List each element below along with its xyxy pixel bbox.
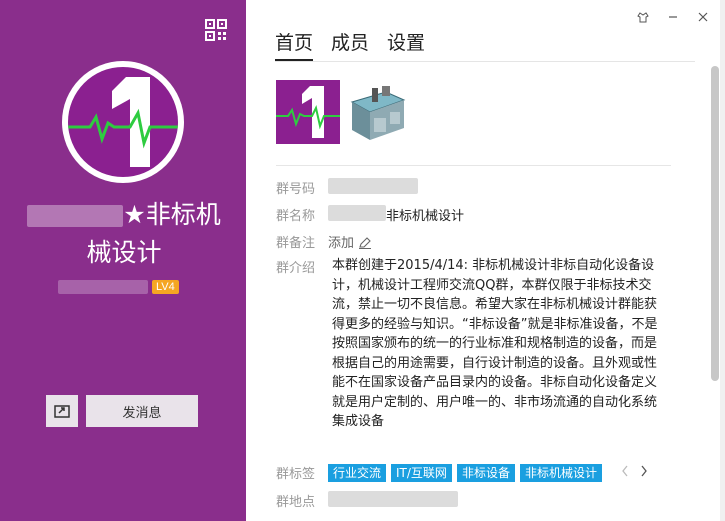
window-edge [720, 0, 725, 521]
send-message-button[interactable]: 发消息 [86, 395, 198, 427]
machine-thumbnail[interactable] [346, 80, 410, 144]
tag-item[interactable]: 非标机械设计 [519, 463, 602, 482]
share-button[interactable] [46, 395, 78, 427]
tab-divider [275, 61, 695, 62]
minimize-icon[interactable] [664, 8, 682, 26]
group-profile-sidebar: ★非标机 械设计 LV4 发消息 [0, 0, 246, 521]
group-location-value-redacted [328, 491, 458, 507]
tab-settings[interactable]: 设置 [387, 28, 425, 61]
group-name-row: 群名称 非标机械设计 [276, 205, 464, 224]
tab-bar: 首页 成员 设置 [275, 28, 425, 61]
group-intro-text: 本群创建于2015/4/14: 非标机械设计非标自动化设备设计，机械设计工程师交… [332, 258, 658, 429]
tag-item[interactable]: 行业交流 [328, 463, 387, 482]
group-number-value-redacted [328, 178, 418, 194]
tag-list: 行业交流 IT/互联网 非标设备 非标机械设计 [328, 463, 648, 482]
tab-members[interactable]: 成员 [331, 28, 369, 61]
group-location-row: 群地点 [276, 491, 458, 510]
section-divider [276, 165, 671, 166]
close-icon[interactable] [694, 8, 712, 26]
group-avatar[interactable] [62, 61, 184, 183]
level-badge: LV4 [152, 280, 179, 294]
group-detail-panel: 首页 成员 设置 群号码 群名称 非标机械设计 群备注 添加 群介绍 本群创建于… [246, 0, 725, 521]
chevron-left-icon[interactable] [621, 465, 629, 481]
qr-code-icon[interactable] [204, 18, 228, 42]
chevron-right-icon[interactable] [640, 465, 648, 481]
level-row: LV4 [58, 280, 179, 294]
pencil-icon [359, 237, 372, 249]
group-title: ★非标机 械设计 [14, 196, 234, 272]
add-remark-link[interactable]: 添加 [328, 232, 372, 251]
group-name-value: 非标机械设计 [386, 209, 465, 224]
tag-item[interactable]: IT/互联网 [391, 463, 452, 482]
group-intro-label-row: 群介绍 [276, 261, 316, 276]
group-photos [276, 80, 410, 144]
tab-home[interactable]: 首页 [275, 28, 314, 61]
share-icon [54, 402, 70, 421]
group-remark-row: 群备注 添加 [276, 232, 372, 251]
group-logo-thumbnail[interactable] [276, 80, 340, 144]
scrollbar[interactable] [711, 66, 719, 381]
group-number-row: 群号码 [276, 178, 418, 197]
group-tags-row: 群标签 行业交流 IT/互联网 非标设备 非标机械设计 [276, 463, 648, 482]
skin-icon[interactable] [634, 8, 652, 26]
tag-item[interactable]: 非标设备 [456, 463, 515, 482]
